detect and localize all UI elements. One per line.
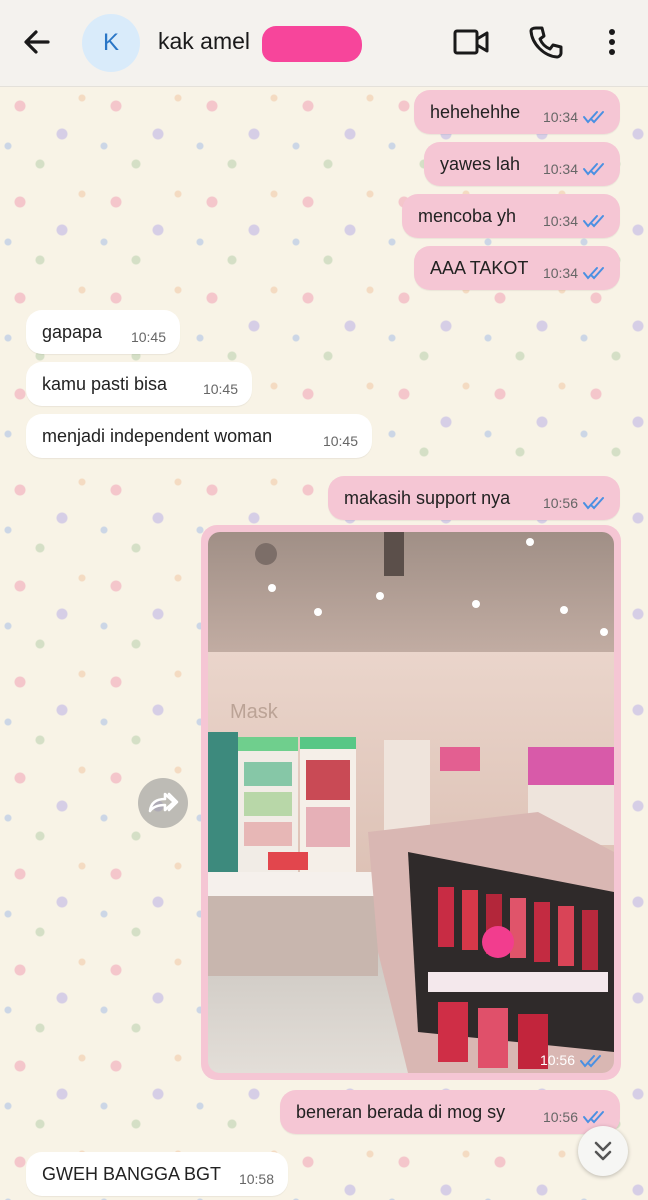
message-text: kamu pasti bisa [42,374,168,394]
outgoing-message[interactable]: beneran berada di mog sy 10:56 [280,1090,620,1134]
contact-name[interactable]: kak amel [158,28,250,55]
store-photo-illustration: Mask [208,532,614,1073]
read-ticks-icon [583,267,604,280]
more-vertical-icon [609,29,615,55]
message-text: makasih support nya [344,488,511,508]
incoming-message[interactable]: menjadi independent woman 10:45 [26,414,372,458]
arrow-left-icon [24,30,50,54]
outgoing-message[interactable]: yawes lah 10:34 [424,142,620,186]
message-time: 10:45 [202,381,238,397]
read-ticks-icon [583,215,604,228]
forward-button[interactable] [138,778,188,828]
back-button[interactable] [18,24,58,60]
phone-icon [529,26,563,59]
message-time: 10:56 [539,1052,575,1068]
message-time: 10:34 [542,265,578,281]
message-time: 10:56 [542,1109,578,1125]
message-text: AAA TAKOT [430,258,529,278]
read-ticks-icon [580,1055,601,1068]
read-ticks-icon [583,163,604,176]
store-sign-text: Mask [230,701,279,723]
forward-icon [148,792,179,813]
message-text: gapapa [42,322,103,342]
image-message[interactable]: Mask 10:56 [201,525,621,1080]
avatar[interactable]: K [82,14,140,72]
store-photo[interactable]: Mask [208,532,614,1073]
incoming-message[interactable]: GWEH BANGGA BGT 10:58 [26,1152,288,1196]
message-text: hehehehhe [430,102,521,122]
message-time: 10:58 [238,1171,274,1187]
scroll-to-bottom-button[interactable] [578,1126,628,1176]
outgoing-message[interactable]: hehehehhe 10:34 [414,90,620,134]
incoming-message[interactable]: kamu pasti bisa 10:45 [26,362,252,406]
chat-header: K kak amel [0,0,648,87]
voice-call-button[interactable] [528,24,564,60]
message-time: 10:45 [322,433,358,449]
double-chevron-down-icon [594,1141,612,1161]
redaction-mark [262,26,362,62]
message-time: 10:34 [542,213,578,229]
outgoing-message[interactable]: makasih support nya 10:56 [328,476,620,520]
message-time: 10:45 [130,329,166,345]
message-text: menjadi independent woman [42,426,273,446]
message-text: GWEH BANGGA BGT [42,1164,222,1184]
message-time: 10:34 [542,161,578,177]
video-call-button[interactable] [452,27,490,57]
message-time: 10:34 [542,109,578,125]
outgoing-message[interactable]: mencoba yh 10:34 [402,194,620,238]
read-ticks-icon [583,497,604,510]
read-ticks-icon [583,1111,604,1124]
more-options-button[interactable] [602,24,622,60]
message-text: beneran berada di mog sy [296,1102,506,1122]
message-time: 10:56 [542,495,578,511]
incoming-message[interactable]: gapapa 10:45 [26,310,180,354]
outgoing-message[interactable]: AAA TAKOT 10:34 [414,246,620,290]
video-camera-icon [453,29,489,55]
message-text: yawes lah [440,154,521,174]
read-ticks-icon [583,111,604,124]
message-text: mencoba yh [418,206,517,226]
